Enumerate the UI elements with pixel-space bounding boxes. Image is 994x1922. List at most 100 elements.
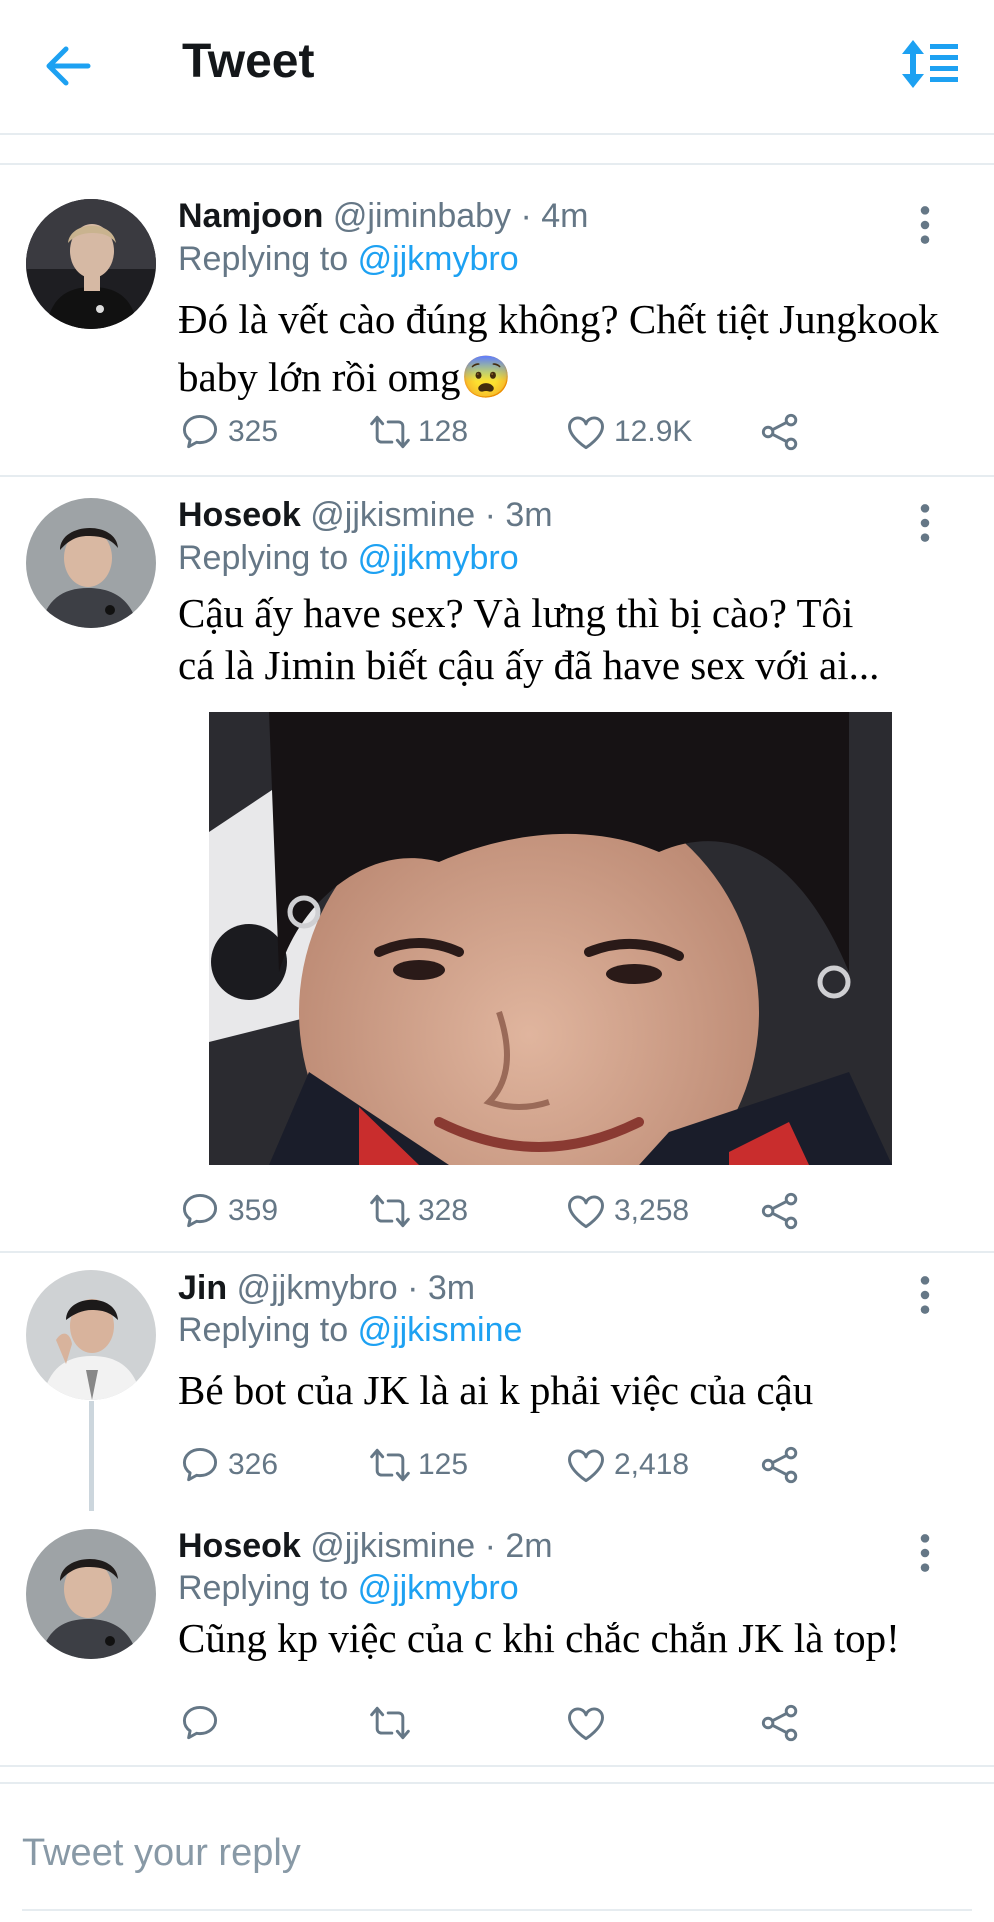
like-icon [564, 1701, 608, 1745]
like-icon [564, 1443, 608, 1487]
tweet-text: Đó là vết cào đúng không? Chết tiệt Jung… [178, 290, 978, 406]
tweet-image[interactable] [209, 712, 892, 1165]
reply-button[interactable] [178, 1699, 222, 1747]
tweet-actions: 326 125 2,418 [178, 1441, 818, 1489]
display-name[interactable]: Hoseok [178, 496, 301, 534]
retweet-count: 128 [418, 415, 469, 448]
back-arrow-icon[interactable] [40, 40, 96, 92]
reply-count: 359 [228, 1194, 279, 1227]
reply-tweet[interactable]: Jin @jjkmybro · 3m Replying to @jjkismin… [0, 1253, 994, 1511]
reply-input[interactable]: Tweet your reply [22, 1832, 301, 1875]
share-icon [758, 1189, 802, 1233]
like-count: 3,258 [614, 1194, 690, 1227]
replying-to-label: Replying to [178, 1569, 349, 1607]
reply-button[interactable]: 326 [178, 1441, 278, 1489]
like-icon [564, 1189, 608, 1233]
thread-connector [89, 1401, 94, 1527]
tweet-text-line: cá là Jimin biết cậu ấy đã have sex với … [178, 642, 880, 688]
reply-icon [178, 410, 222, 454]
like-button[interactable] [564, 1699, 608, 1747]
page-title: Tweet [182, 35, 315, 88]
like-count: 12.9K [614, 415, 693, 448]
reply-icon [178, 1701, 222, 1745]
tweet-text-line: Cậu ấy have sex? Và lưng thì bị cào? Tôi [178, 590, 854, 636]
avatar[interactable] [26, 1270, 156, 1400]
divider [0, 135, 994, 165]
share-icon [758, 410, 802, 454]
avatar[interactable] [26, 1529, 156, 1659]
tweet-text-line: Cũng kp việc của c khi chắc chắn JK là t… [178, 1615, 900, 1661]
display-name[interactable]: Namjoon [178, 197, 323, 235]
retweet-count: 125 [418, 1448, 469, 1481]
reply-icon [178, 1189, 222, 1233]
tweet-text: Cậu ấy have sex? Và lưng thì bị cào? Tôi… [178, 587, 978, 691]
tweet-header: Hoseok @jjkismine · 3m [178, 496, 553, 535]
mention-link[interactable]: @jjkmybro [358, 240, 519, 278]
mention-link[interactable]: @jjkmybro [358, 539, 519, 577]
handle-time: @jjkmybro · 3m [236, 1269, 476, 1307]
more-vertical-icon[interactable] [912, 503, 938, 543]
sort-icon[interactable] [900, 38, 960, 90]
divider [22, 1909, 972, 1911]
replying-to-label: Replying to [178, 240, 349, 278]
replying-to-label: Replying to [178, 1311, 349, 1349]
share-icon [758, 1443, 802, 1487]
share-button[interactable] [758, 1699, 802, 1747]
mention-link[interactable]: @jjkismine [358, 1311, 523, 1349]
like-button[interactable]: 2,418 [564, 1441, 689, 1489]
display-name[interactable]: Hoseok [178, 1527, 301, 1565]
retweet-icon [368, 410, 412, 454]
reply-composer[interactable]: Tweet your reply [0, 1782, 994, 1922]
tweet-header: Hoseok @jjkismine · 2m [178, 1527, 553, 1566]
mention-link[interactable]: @jjkmybro [358, 1569, 519, 1607]
replying-to: Replying to @jjkmybro [178, 1569, 519, 1608]
replying-to: Replying to @jjkmybro [178, 539, 519, 578]
like-button[interactable]: 3,258 [564, 1187, 689, 1235]
reply-button[interactable]: 325 [178, 408, 278, 456]
avatar[interactable] [26, 498, 156, 628]
tweet-text-line: Đó là vết cào đúng không? Chết tiệt Jung… [178, 296, 939, 342]
share-button[interactable] [758, 1187, 802, 1235]
display-name[interactable]: Jin [178, 1269, 227, 1307]
share-button[interactable] [758, 1441, 802, 1489]
retweet-icon [368, 1701, 412, 1745]
retweet-icon [368, 1189, 412, 1233]
tweet-text-line: Bé bot của JK là ai k phải việc của cậu [178, 1367, 814, 1413]
tweet-text: Cũng kp việc của c khi chắc chắn JK là t… [178, 1609, 978, 1667]
more-vertical-icon[interactable] [912, 205, 938, 245]
handle-time: @jjkismine · 3m [310, 496, 553, 534]
share-button[interactable] [758, 408, 802, 456]
retweet-button[interactable] [368, 1699, 412, 1747]
handle-time: @jiminbaby · 4m [332, 197, 589, 235]
avatar[interactable] [26, 199, 156, 329]
replying-to: Replying to @jjkismine [178, 1311, 522, 1350]
retweet-button[interactable]: 128 [368, 408, 468, 456]
retweet-button[interactable]: 328 [368, 1187, 468, 1235]
tweet-actions: 325 128 12.9K [178, 408, 818, 456]
reply-count: 326 [228, 1448, 279, 1481]
tweet-actions: 359 328 3,258 [178, 1187, 818, 1235]
reply-tweet[interactable]: Hoseok @jjkismine · 2m Replying to @jjkm… [0, 1511, 994, 1767]
replying-to-label: Replying to [178, 539, 349, 577]
reply-count: 325 [228, 415, 279, 448]
like-button[interactable]: 12.9K [564, 408, 692, 456]
handle-time: @jjkismine · 2m [310, 1527, 553, 1565]
reply-icon [178, 1443, 222, 1487]
reply-tweet[interactable]: Namjoon @jiminbaby · 4m Replying to @jjk… [0, 165, 994, 477]
retweet-count: 328 [418, 1194, 469, 1227]
more-vertical-icon[interactable] [912, 1275, 938, 1315]
tweet-text: Bé bot của JK là ai k phải việc của cậu [178, 1361, 978, 1419]
like-icon [564, 410, 608, 454]
retweet-icon [368, 1443, 412, 1487]
top-app-bar: Tweet [0, 0, 994, 135]
share-icon [758, 1701, 802, 1745]
tweet-header: Namjoon @jiminbaby · 4m [178, 197, 589, 236]
replying-to: Replying to @jjkmybro [178, 240, 519, 279]
more-vertical-icon[interactable] [912, 1533, 938, 1573]
retweet-button[interactable]: 125 [368, 1441, 468, 1489]
tweet-text-line: baby lớn rồi omg😨 [178, 354, 512, 400]
tweet-header: Jin @jjkmybro · 3m [178, 1269, 475, 1308]
reply-button[interactable]: 359 [178, 1187, 278, 1235]
tweet-actions [178, 1699, 818, 1747]
like-count: 2,418 [614, 1448, 690, 1481]
